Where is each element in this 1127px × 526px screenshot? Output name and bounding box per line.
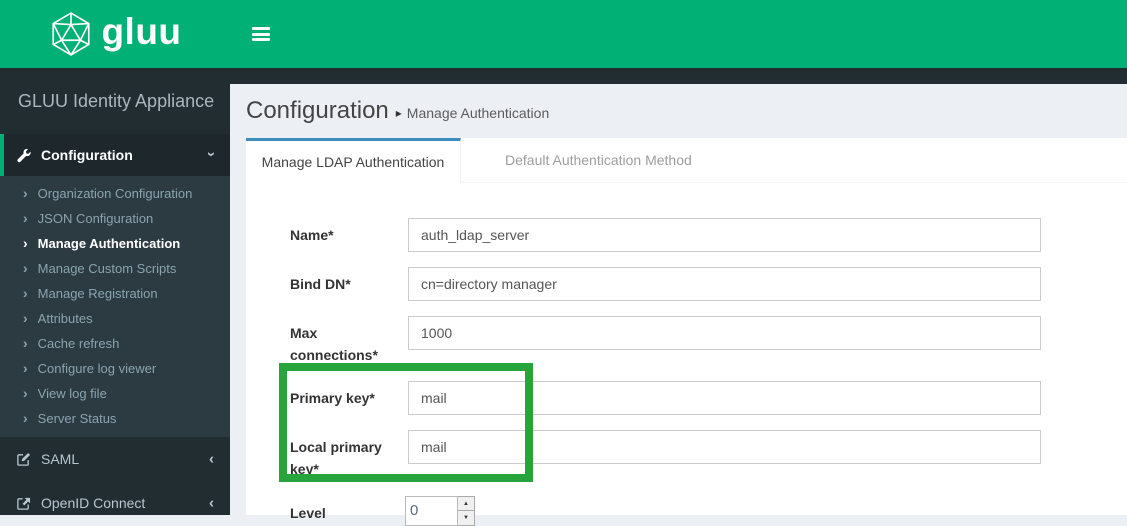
sidebar-item-configure-log-viewer[interactable]: › Configure log viewer bbox=[0, 356, 230, 381]
form-row-primary-key: Primary key* bbox=[290, 381, 1127, 416]
chevron-down-icon: › bbox=[203, 151, 220, 157]
bind-dn-input[interactable] bbox=[408, 267, 1041, 301]
brand-logo[interactable]: gluu bbox=[0, 0, 230, 68]
chevron-right-icon: › bbox=[23, 209, 28, 226]
level-input[interactable] bbox=[405, 495, 458, 526]
tab-panel: Manage LDAP Authentication Default Authe… bbox=[246, 138, 1127, 526]
top-navbar bbox=[230, 0, 1127, 68]
breadcrumb-separator-icon: ▸ bbox=[395, 106, 402, 120]
name-label: Name* bbox=[290, 227, 334, 243]
sidebar-item-configuration[interactable]: Configuration › bbox=[0, 134, 230, 176]
submenu-label: Manage Registration bbox=[37, 286, 158, 301]
brand-wordmark: gluu bbox=[101, 11, 182, 52]
sidebar-item-openid-connect[interactable]: OpenID Connect ‹ bbox=[0, 481, 230, 525]
submenu-label: Configure log viewer bbox=[37, 361, 157, 376]
chevron-left-icon: ‹ bbox=[209, 450, 214, 468]
bind-dn-label: Bind DN* bbox=[290, 276, 351, 292]
spinner-down-button[interactable]: ▼ bbox=[458, 510, 475, 526]
form-row-max-connections: Max connections* bbox=[290, 316, 1127, 366]
sidebar-item-json-configuration[interactable]: › JSON Configuration bbox=[0, 206, 230, 231]
chevron-right-icon: › bbox=[23, 259, 28, 276]
chevron-right-icon: › bbox=[23, 359, 28, 376]
configuration-submenu: › Organization Configuration › JSON Conf… bbox=[0, 176, 230, 437]
submenu-label: Manage Authentication bbox=[37, 236, 181, 251]
sidebar-item-manage-custom-scripts[interactable]: › Manage Custom Scripts bbox=[0, 256, 230, 281]
form-row-bind-dn: Bind DN* bbox=[290, 267, 1127, 301]
sidebar: gluu GLUU Identity Appliance Configurati… bbox=[0, 0, 230, 515]
name-input[interactable] bbox=[408, 218, 1041, 252]
chevron-right-icon: › bbox=[23, 234, 28, 251]
sidebar-item-manage-authentication[interactable]: › Manage Authentication bbox=[0, 231, 230, 256]
chevron-right-icon: › bbox=[23, 384, 28, 401]
max-connections-label: Max connections* bbox=[290, 325, 378, 363]
sidebar-item-attributes[interactable]: › Attributes bbox=[0, 306, 230, 331]
submenu-label: View log file bbox=[37, 386, 107, 401]
sidebar-item-saml[interactable]: SAML ‹ bbox=[0, 437, 230, 481]
form-row-level: Level ▲ ▼ bbox=[290, 495, 1127, 526]
tab-manage-ldap-authentication[interactable]: Manage LDAP Authentication bbox=[246, 138, 461, 183]
sidebar-item-view-log-file[interactable]: › View log file bbox=[0, 381, 230, 406]
primary-key-label: Primary key* bbox=[290, 390, 375, 407]
submenu-label: Attributes bbox=[37, 311, 93, 326]
submenu-label: Organization Configuration bbox=[37, 186, 193, 201]
triangle-down-icon: ▼ bbox=[463, 515, 469, 521]
form-row-local-primary-key: Local primary key* bbox=[290, 430, 1127, 480]
sidebar-item-label: OpenID Connect bbox=[41, 495, 146, 511]
form-row-name: Name* bbox=[290, 218, 1127, 252]
breadcrumb-page: Manage Authentication bbox=[406, 105, 550, 121]
hamburger-icon[interactable] bbox=[252, 25, 270, 44]
submenu-label: JSON Configuration bbox=[37, 211, 154, 226]
header-dark-strip bbox=[230, 68, 1127, 84]
content-area: Configuration ▸ Manage Authentication Ma… bbox=[230, 84, 1127, 526]
sidebar-item-server-status[interactable]: › Server Status bbox=[0, 406, 230, 431]
tab-default-authentication-method[interactable]: Default Authentication Method bbox=[461, 138, 736, 183]
local-primary-key-label: Local primary key* bbox=[290, 439, 382, 478]
max-connections-input[interactable] bbox=[408, 316, 1041, 350]
sidebar-item-manage-registration[interactable]: › Manage Registration bbox=[0, 281, 230, 306]
chevron-right-icon: › bbox=[23, 309, 28, 326]
breadcrumb: Configuration ▸ Manage Authentication bbox=[230, 84, 1127, 138]
submenu-label: Manage Custom Scripts bbox=[37, 261, 177, 276]
edit-square-icon bbox=[15, 451, 31, 467]
tab-bar-filler bbox=[735, 138, 1127, 183]
ldap-auth-form: Name* Bind DN* Max connections* Primary … bbox=[246, 183, 1127, 526]
gluu-icosahedron-icon bbox=[52, 12, 91, 56]
spinner-buttons: ▲ ▼ bbox=[458, 495, 475, 526]
level-label: Level bbox=[290, 504, 326, 521]
sidebar-item-label: SAML bbox=[41, 451, 80, 467]
submenu-label: Server Status bbox=[37, 411, 117, 426]
chevron-right-icon: › bbox=[23, 184, 28, 201]
level-spinner: ▲ ▼ bbox=[405, 495, 475, 526]
tab-bar: Manage LDAP Authentication Default Authe… bbox=[246, 138, 1127, 183]
page-title: Configuration bbox=[246, 97, 389, 124]
triangle-up-icon: ▲ bbox=[463, 500, 469, 507]
local-primary-key-input[interactable] bbox=[408, 430, 1041, 465]
sidebar-title: GLUU Identity Appliance bbox=[0, 68, 230, 134]
submenu-label: Cache refresh bbox=[37, 336, 120, 351]
main-area: Configuration ▸ Manage Authentication Ma… bbox=[230, 0, 1127, 526]
chevron-left-icon: ‹ bbox=[209, 494, 214, 512]
chevron-right-icon: › bbox=[23, 334, 28, 351]
wrench-icon bbox=[15, 147, 31, 163]
sidebar-item-cache-refresh[interactable]: › Cache refresh bbox=[0, 331, 230, 356]
chevron-right-icon: › bbox=[23, 284, 28, 301]
chevron-right-icon: › bbox=[23, 409, 28, 426]
sidebar-item-label: Configuration bbox=[41, 147, 133, 163]
external-link-icon bbox=[15, 495, 31, 511]
sidebar-item-organization-configuration[interactable]: › Organization Configuration bbox=[0, 181, 230, 206]
spinner-up-button[interactable]: ▲ bbox=[458, 495, 475, 511]
primary-key-input[interactable] bbox=[408, 381, 1041, 416]
